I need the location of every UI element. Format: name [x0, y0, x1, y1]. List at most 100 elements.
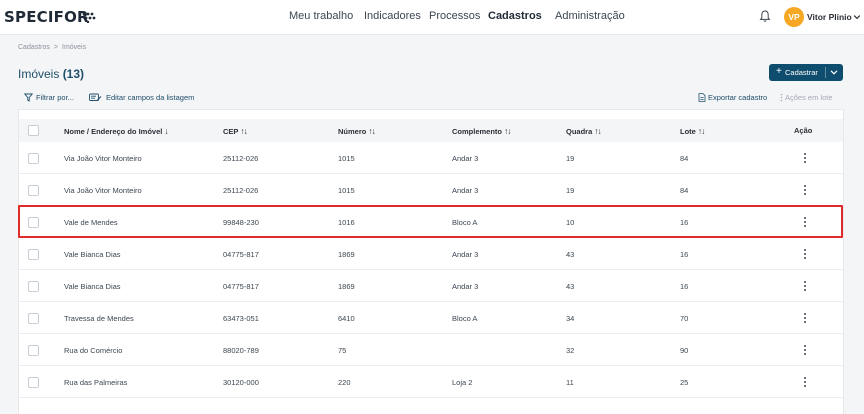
- cell-complemento: Andar 3: [452, 154, 479, 163]
- select-all-checkbox[interactable]: [28, 125, 39, 136]
- record-count: (13): [62, 67, 85, 81]
- nav-indicadores[interactable]: Indicadores: [364, 10, 421, 22]
- row-actions-kebab-icon[interactable]: [803, 344, 807, 356]
- export-button[interactable]: Exportar cadastro: [698, 93, 767, 102]
- breadcrumb-cadastros[interactable]: Cadastros: [18, 44, 50, 51]
- row-checkbox[interactable]: [28, 345, 39, 356]
- cell-numero: 1869: [338, 282, 355, 291]
- table-row[interactable]: Vale Bianca Dias 04775-817 1869 Andar 3 43 16: [19, 238, 843, 270]
- row-actions-kebab-icon[interactable]: [803, 376, 807, 388]
- cell-lote: 16: [680, 282, 689, 291]
- logo[interactable]: SPECIFOR: [4, 8, 89, 26]
- cell-numero: 1015: [338, 186, 355, 195]
- cadastrar-button[interactable]: + Cadastrar: [769, 64, 843, 81]
- user-name[interactable]: Vitor Plinio: [807, 12, 852, 22]
- row-checkbox[interactable]: [28, 153, 39, 164]
- nav-meu-trabalho[interactable]: Meu trabalho: [289, 10, 353, 22]
- row-checkbox[interactable]: [28, 249, 39, 260]
- breadcrumb-imoveis: Imóveis: [62, 44, 87, 51]
- cell-cep: 88020-789: [223, 346, 259, 355]
- row-checkbox[interactable]: [28, 313, 39, 324]
- table-row[interactable]: Travessa de Mendes 63473-051 6410 Bloco A 34…: [19, 302, 843, 334]
- row-checkbox[interactable]: [28, 281, 39, 292]
- column-header-complemento[interactable]: Complemento ↑↓: [452, 126, 511, 136]
- cell-cep: 25112-026: [223, 186, 259, 195]
- table-row[interactable]: Rua das Palmeiras 30120-000 220 Loja 2 11 25: [19, 366, 843, 398]
- row-actions-kebab-icon[interactable]: [803, 184, 807, 196]
- filter-icon: [24, 93, 33, 102]
- logo-mark-icon: [82, 12, 96, 23]
- table-row[interactable]: Via João Vitor Monteiro 25112-026 1015 Anda…: [19, 174, 843, 206]
- page-title: Imóveis (13): [18, 67, 84, 81]
- sort-icon[interactable]: ↑↓: [698, 126, 705, 136]
- cell-nome: Rua do Comércio: [64, 346, 123, 355]
- export-label: Exportar cadastro: [708, 93, 768, 102]
- row-checkbox[interactable]: [28, 185, 39, 196]
- kebab-icon: [780, 93, 783, 102]
- avatar[interactable]: VP: [784, 7, 804, 27]
- cell-lote: 16: [680, 250, 689, 259]
- column-header-numero[interactable]: Número ↑↓: [338, 126, 376, 136]
- plus-icon: +: [776, 66, 782, 77]
- filter-button[interactable]: Filtrar por...: [24, 93, 74, 102]
- column-header-lote[interactable]: Lote ↑↓: [680, 126, 705, 136]
- cell-lote: 84: [680, 154, 689, 163]
- cell-cep: 30120-000: [223, 378, 259, 387]
- cell-lote: 25: [680, 378, 689, 387]
- sort-icon[interactable]: ↑↓: [594, 126, 601, 136]
- sort-icon[interactable]: ↑↓: [240, 126, 247, 136]
- cell-quadra: 32: [566, 346, 575, 355]
- cell-cep: 04775-817: [223, 250, 259, 259]
- cell-numero: 6410: [338, 314, 355, 323]
- cell-cep: 63473-051: [223, 314, 259, 323]
- row-actions-kebab-icon[interactable]: [803, 152, 807, 164]
- sort-icon[interactable]: ↑↓: [504, 126, 511, 136]
- batch-actions-button[interactable]: Ações em lote: [780, 93, 833, 102]
- cell-complemento: Bloco A: [452, 314, 478, 323]
- column-header-acao: Ação: [794, 126, 813, 135]
- cell-complemento: Andar 3: [452, 250, 479, 259]
- column-header-cep[interactable]: CEP ↑↓: [223, 126, 248, 136]
- edit-fields-button[interactable]: Editar campos da listagem: [89, 93, 194, 102]
- row-actions-kebab-icon[interactable]: [803, 280, 807, 292]
- column-header-quadra[interactable]: Quadra ↑↓: [566, 126, 602, 136]
- table-row[interactable]: Vale Bianca Dias 04775-817 1869 Andar 3 43 16: [19, 270, 843, 302]
- chevron-down-icon[interactable]: [830, 69, 838, 76]
- bell-icon[interactable]: [758, 9, 772, 23]
- cell-quadra: 43: [566, 250, 575, 259]
- sort-icon[interactable]: ↑↓: [368, 126, 375, 136]
- nav-administracao[interactable]: Administração: [555, 10, 625, 22]
- cell-nome: Rua das Palmeiras: [64, 378, 128, 387]
- cell-nome: Via João Vitor Monteiro: [64, 186, 142, 195]
- batch-actions-label: Ações em lote: [785, 93, 833, 102]
- table-row[interactable]: Via João Vitor Monteiro 25112-026 1015 Anda…: [19, 142, 843, 174]
- cell-quadra: 11: [566, 378, 574, 387]
- cell-numero: 1015: [338, 154, 355, 163]
- row-checkbox[interactable]: [28, 377, 39, 388]
- table-row[interactable]: Rua do Comércio 88020-789 75 32 90: [19, 334, 843, 366]
- cell-nome: Vale Bianca Dias: [64, 282, 121, 291]
- edit-list-icon: [89, 93, 102, 101]
- nav-processos[interactable]: Processos: [429, 10, 480, 22]
- cadastrar-label: Cadastrar: [785, 68, 818, 77]
- breadcrumb: Cadastros > Imóveis: [18, 44, 86, 51]
- cell-numero: 75: [338, 346, 347, 355]
- top-bar: SPECIFOR Meu trabalho Indicadores Proces…: [0, 0, 864, 35]
- edit-fields-label: Editar campos da listagem: [106, 93, 195, 102]
- cell-complemento: Loja 2: [452, 378, 473, 387]
- chevron-down-icon[interactable]: [853, 13, 861, 21]
- imoveis-table: Nome / Endereço do Imóvel ↓ CEP ↑↓ Número ↑…: [18, 109, 844, 414]
- row-actions-kebab-icon[interactable]: [803, 312, 807, 324]
- table-header: Nome / Endereço do Imóvel ↓ CEP ↑↓ Número ↑…: [19, 119, 843, 142]
- cell-lote: 90: [680, 346, 689, 355]
- button-divider: [825, 67, 826, 78]
- nav-cadastros[interactable]: Cadastros: [488, 10, 542, 22]
- cell-cep: 25112-026: [223, 154, 259, 163]
- document-icon: [698, 93, 706, 102]
- sort-desc-icon[interactable]: ↓: [164, 126, 168, 136]
- cell-nome: Travessa de Mendes: [64, 314, 134, 323]
- row-actions-kebab-icon[interactable]: [803, 248, 807, 260]
- page-title-text: Imóveis: [18, 67, 60, 81]
- row-highlight: [18, 205, 843, 238]
- column-header-nome[interactable]: Nome / Endereço do Imóvel ↓: [64, 126, 169, 136]
